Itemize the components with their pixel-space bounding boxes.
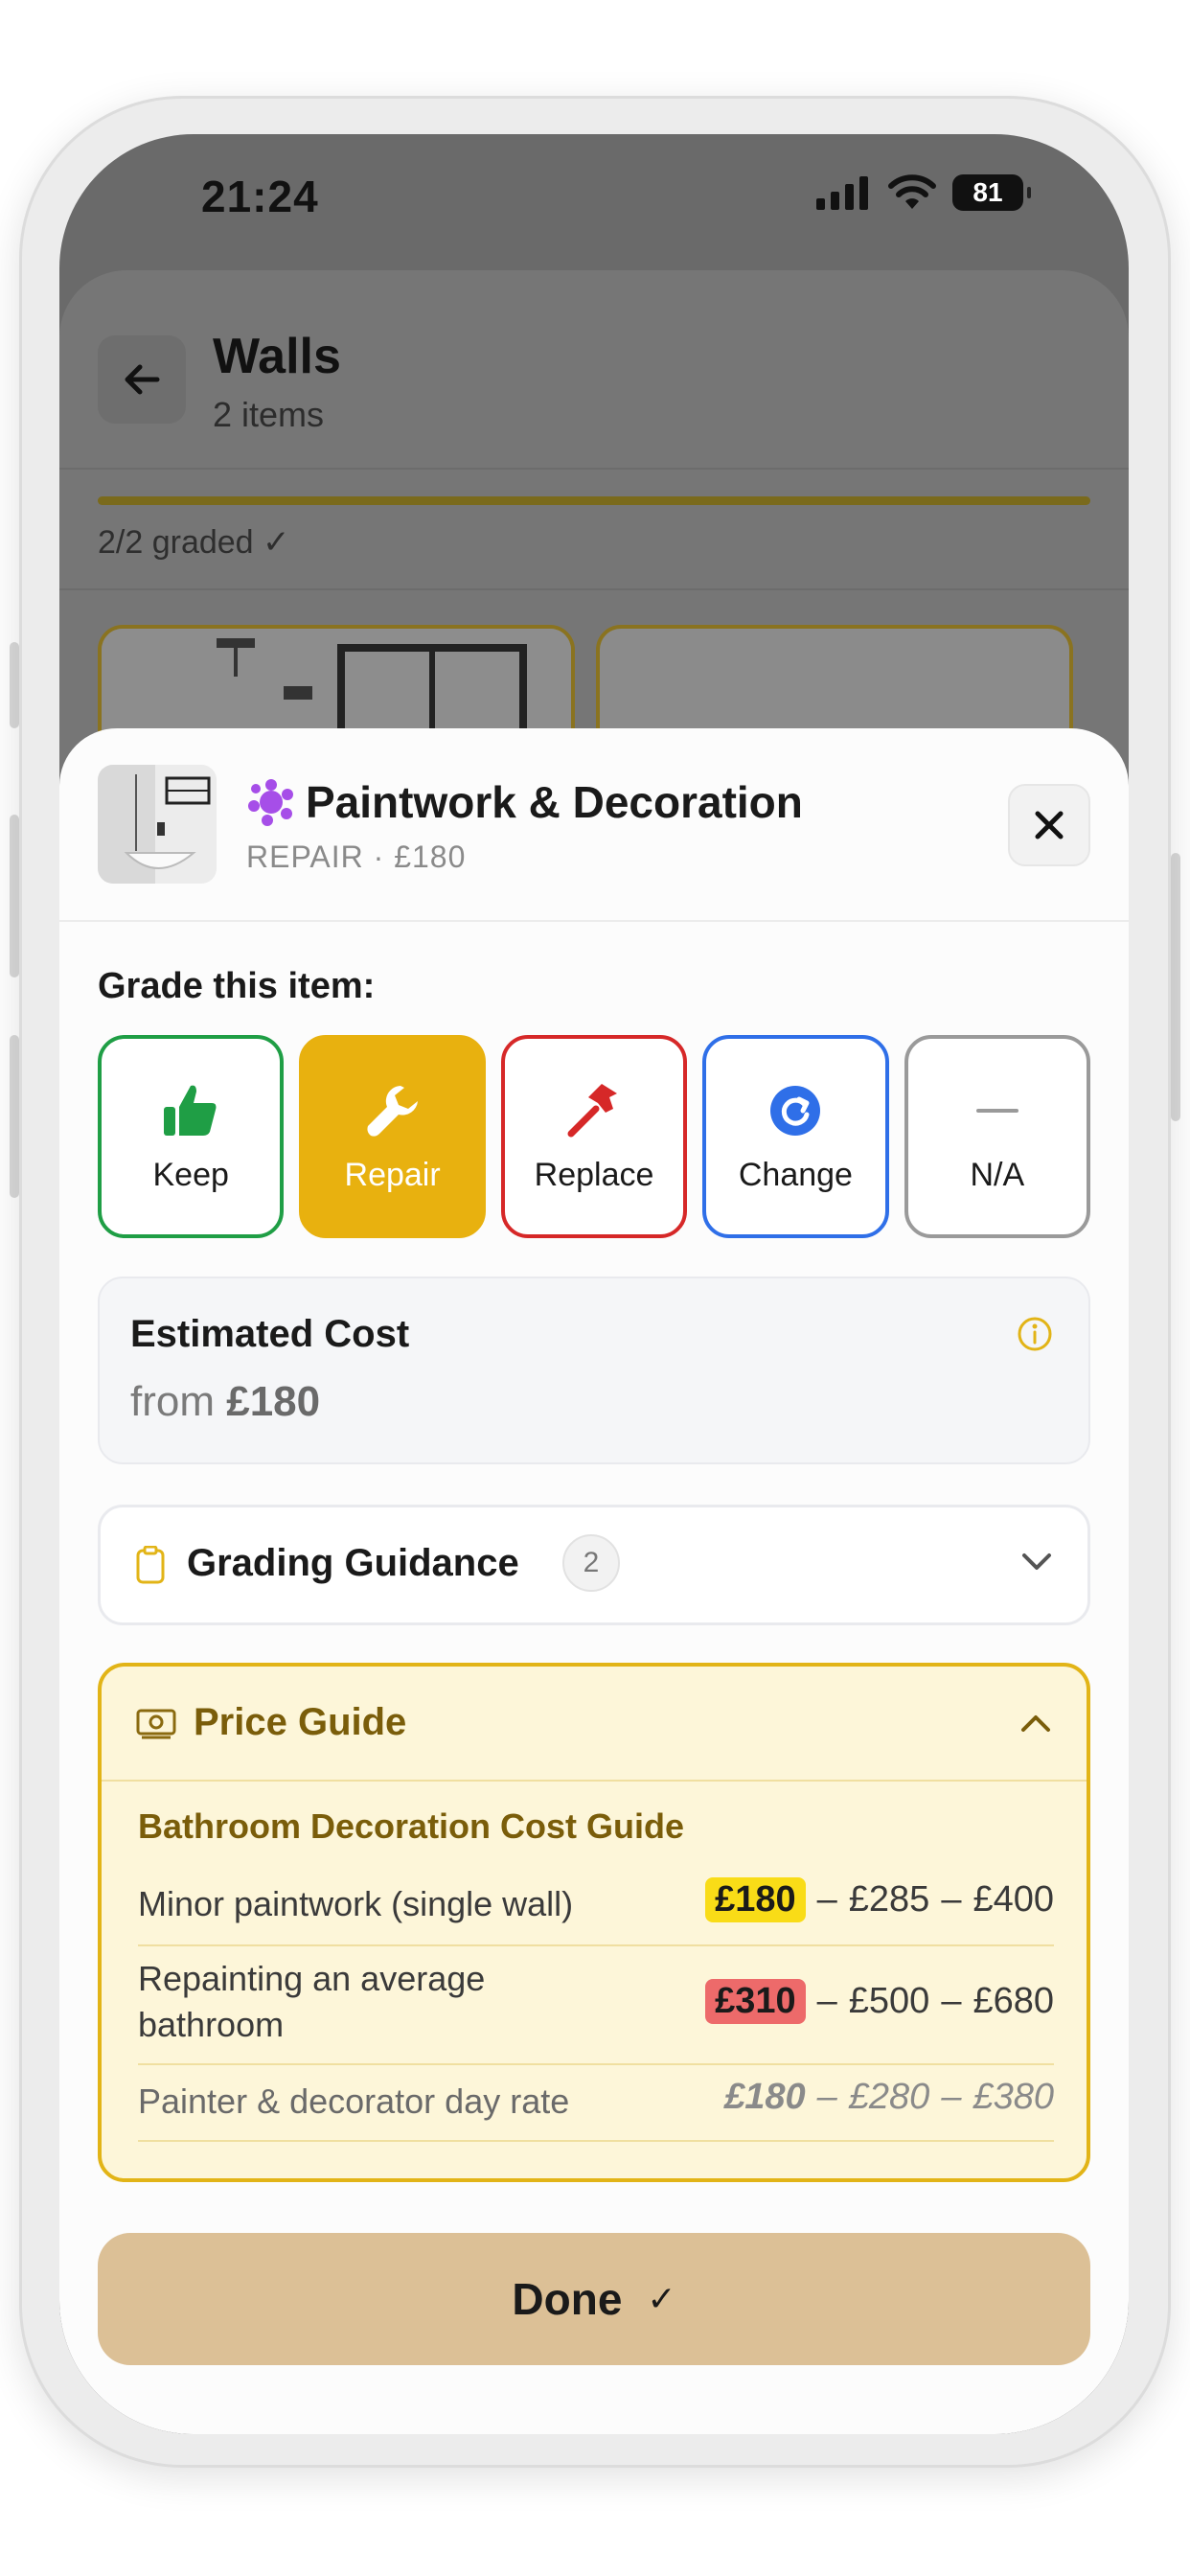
status-bar: 21:24 81 <box>59 134 1129 268</box>
grade-item-modal: Paintwork & Decoration REPAIR · £180 Gra… <box>59 728 1129 2434</box>
dash-icon <box>967 1080 1028 1141</box>
price-guide-row-label: Painter & decorator day rate <box>138 2082 570 2121</box>
modal-title: Paintwork & Decoration <box>306 777 803 827</box>
price-guide-row: Repainting an average bathroom £310 – £5… <box>138 1944 1054 2065</box>
grading-guidance-title: Grading Guidance <box>187 1542 519 1584</box>
status-icons: 81 <box>814 174 1031 211</box>
signal-icon <box>816 176 868 210</box>
grading-guidance-accordion[interactable]: Grading Guidance 2 <box>98 1505 1090 1625</box>
item-thumbnail <box>98 765 217 884</box>
grade-label: Grade this item: <box>98 966 376 1006</box>
modal-subtitle: REPAIR · £180 <box>246 840 467 874</box>
grade-option-label: N/A <box>970 1156 1025 1193</box>
clipboard-icon <box>136 1546 165 1584</box>
estimated-cost-card: Estimated Cost from £180 <box>98 1276 1090 1464</box>
graded-status: 2/2 graded ✓ <box>98 524 290 561</box>
price-mid: £500 <box>848 1981 930 2021</box>
range-separator: – <box>816 1879 837 1920</box>
thumbs-up-icon <box>160 1080 221 1141</box>
bathroom-photo <box>98 765 217 884</box>
wifi-icon <box>888 174 936 209</box>
done-label: Done <box>512 2274 623 2324</box>
modal-title-row: Paintwork & Decoration <box>246 776 803 828</box>
price-high: £400 <box>973 1879 1054 1920</box>
range-separator: – <box>816 2077 837 2117</box>
device-side-button <box>1171 853 1180 1121</box>
section-divider <box>59 588 1129 590</box>
progress-bar <box>98 496 1090 505</box>
arrow-left-icon <box>125 364 160 395</box>
price-guide-row-range: £180 – £285 – £400 <box>705 1877 1054 1922</box>
info-icon[interactable] <box>1016 1315 1054 1353</box>
back-button[interactable] <box>98 335 186 424</box>
grade-option-change[interactable]: Change <box>702 1035 889 1238</box>
price-guide-row: Minor paintwork (single wall) £180 – £28… <box>138 1862 1054 1946</box>
chevron-down-icon <box>1022 1553 1051 1570</box>
estimated-cost-title: Estimated Cost <box>130 1313 410 1355</box>
chevron-up-icon <box>1021 1715 1050 1732</box>
page-subtitle: 2 items <box>213 395 325 434</box>
price-mid: £285 <box>848 1879 930 1920</box>
grade-option-label: Keep <box>152 1156 229 1193</box>
hammer-icon <box>563 1080 625 1141</box>
price-guide-panel: Price Guide Bathroom Decoration Cost Gui… <box>98 1663 1090 2182</box>
price-mid: £280 <box>848 2077 930 2117</box>
price-guide-title: Price Guide <box>194 1701 407 1743</box>
grade-option-replace[interactable]: Replace <box>500 1035 688 1238</box>
close-button[interactable] <box>1008 784 1090 866</box>
device-side-button <box>10 1035 19 1198</box>
battery-indicator: 81 <box>952 174 1031 211</box>
price-low-highlight: £180 <box>705 1877 806 1922</box>
range-separator: – <box>816 1981 837 2021</box>
range-separator: – <box>941 1879 962 1920</box>
device-side-button <box>10 642 19 728</box>
range-separator: – <box>941 2077 962 2117</box>
price-low-highlight: £310 <box>705 1979 806 2024</box>
grade-option-label: Repair <box>344 1156 441 1193</box>
device-side-button <box>10 815 19 978</box>
done-button[interactable]: Done ✓ <box>98 2233 1090 2365</box>
paint-splat-icon <box>248 779 293 826</box>
price-high: £680 <box>973 1981 1054 2021</box>
price-guide-row-label: Minor paintwork (single wall) <box>138 1884 574 1923</box>
price-guide-subtitle: Bathroom Decoration Cost Guide <box>138 1806 685 1846</box>
modal-header: Paintwork & Decoration REPAIR · £180 <box>59 728 1129 922</box>
price-guide-row-range: £310 – £500 – £680 <box>705 1979 1054 2024</box>
grading-guidance-count: 2 <box>562 1534 620 1592</box>
wrench-icon <box>362 1080 423 1141</box>
phone-screen: 21:24 81 Walls 2 items 2/2 graded ✓ Pain… <box>59 134 1129 2434</box>
grade-option-label: Replace <box>534 1156 654 1193</box>
grade-option-label: Change <box>738 1156 853 1193</box>
price-guide-header[interactable]: Price Guide <box>102 1667 1087 1782</box>
status-time: 21:24 <box>201 172 319 221</box>
refresh-icon <box>765 1080 826 1141</box>
range-separator: – <box>941 1981 962 2021</box>
grade-option-repair[interactable]: Repair <box>299 1035 486 1238</box>
price-high: £380 <box>973 2077 1054 2117</box>
grade-options: Keep Repair Replace Change N/A <box>98 1035 1091 1238</box>
grade-option-na[interactable]: N/A <box>904 1035 1091 1238</box>
estimated-cost-value: from £180 <box>130 1378 320 1426</box>
close-icon <box>1035 811 1064 840</box>
check-icon: ✓ <box>647 2279 676 2318</box>
price-guide-row-range: £180 – £280 – £380 <box>724 2077 1054 2118</box>
estimated-cost-amount: £180 <box>226 1378 321 1425</box>
price-guide-row-label: Repainting an average bathroom <box>138 1959 486 2044</box>
grade-option-keep[interactable]: Keep <box>98 1035 285 1238</box>
price-low: £180 <box>724 2077 806 2117</box>
price-guide-row: Painter & decorator day rate £180 – £280… <box>138 2063 1054 2142</box>
money-icon <box>136 1709 176 1739</box>
page-title: Walls <box>213 329 341 384</box>
estimated-cost-prefix: from <box>130 1378 215 1425</box>
header-divider <box>59 468 1129 470</box>
